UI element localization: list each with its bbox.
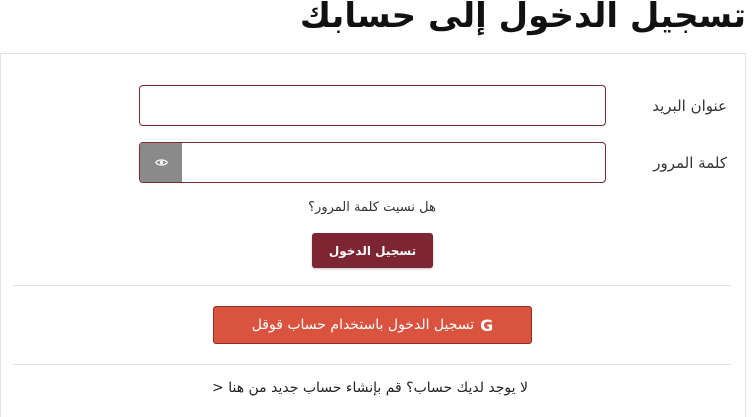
login-card: عنوان البريد كلمة المرور هل نسيت كلمة ال… [0, 53, 746, 417]
email-label: عنوان البريد [652, 97, 727, 115]
divider [13, 364, 731, 365]
forgot-password-link[interactable]: هل نسيت كلمة المرور؟ [1, 200, 743, 215]
email-field[interactable] [139, 85, 606, 126]
google-login-label: تسجيل الدخول باستخدام حساب قوقل [251, 317, 475, 333]
password-field-wrapper [139, 142, 606, 183]
forgot-password-text: هل نسيت كلمة المرور؟ [308, 200, 436, 215]
password-label: كلمة المرور [653, 154, 727, 172]
google-login-button[interactable]: G تسجيل الدخول باستخدام حساب قوقل [213, 306, 532, 344]
register-text: لا يوجد لديك حساب؟ قم بإنشاء حساب جديد م… [228, 380, 528, 396]
login-button[interactable]: تسجيل الدخول [312, 233, 433, 268]
password-field[interactable] [182, 143, 605, 182]
google-icon: G [480, 315, 494, 335]
register-link[interactable]: لا يوجد لديك حساب؟ قم بإنشاء حساب جديد م… [1, 380, 743, 396]
chevron-left-icon: < [212, 380, 224, 396]
login-page: تسجيل الدخول إلى حسابك عنوان البريد كلمة… [0, 0, 754, 417]
page-title: تسجيل الدخول إلى حسابك [299, 0, 746, 36]
show-password-toggle[interactable] [140, 143, 182, 182]
eye-icon [154, 159, 168, 166]
divider [13, 285, 731, 286]
